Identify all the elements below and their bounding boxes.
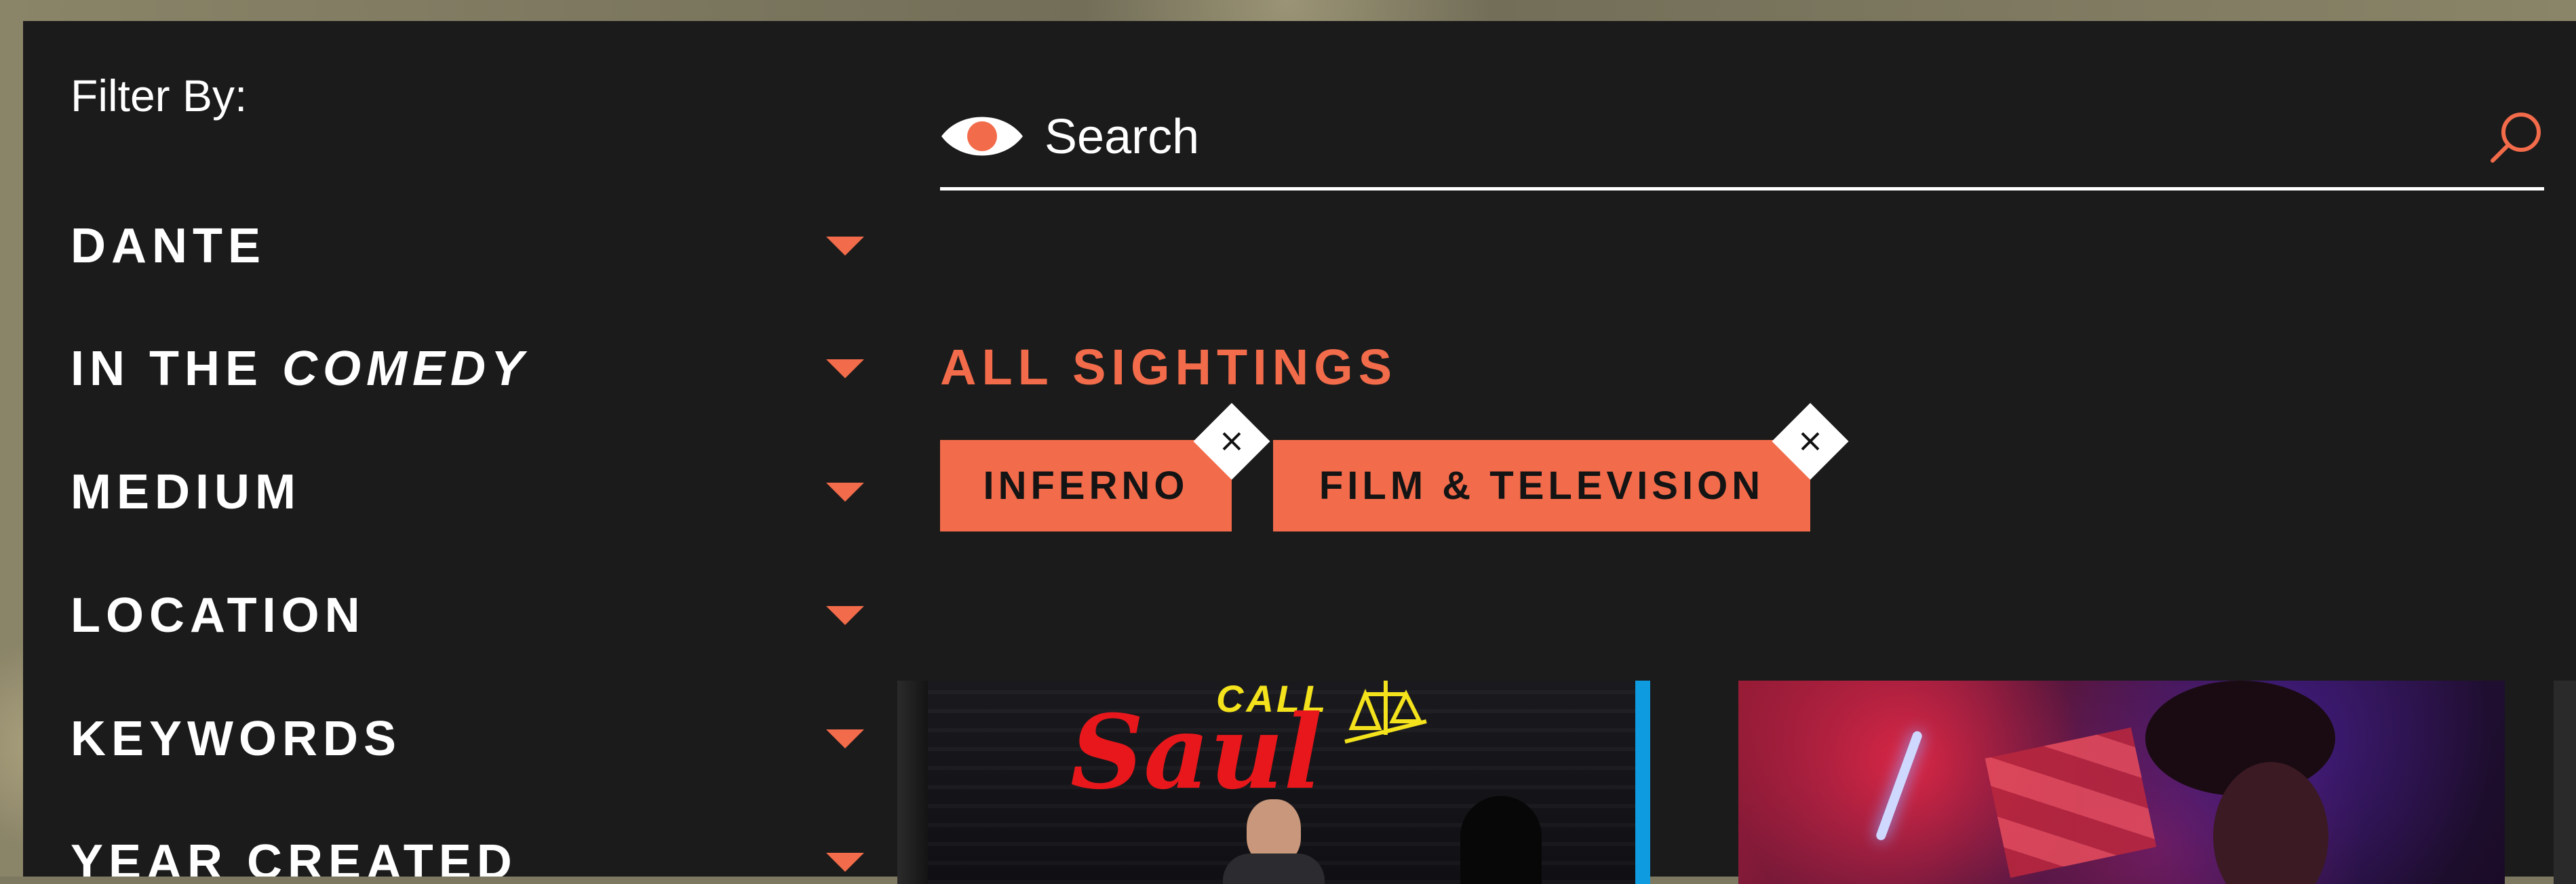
poster-shadow [1460,796,1542,884]
filter-dante[interactable]: DANTE [71,209,864,283]
poster-person-body [1223,853,1325,884]
scales-icon [1344,681,1427,744]
close-icon [1801,432,1820,451]
remove-filter-button[interactable] [1772,403,1849,480]
filter-year-created[interactable]: YEAR CREATED [71,825,864,877]
poster-spine [897,681,928,884]
filter-in-the-comedy[interactable]: IN THE COMEDY [71,332,864,406]
playing-cards [1985,727,2157,878]
eye-icon [941,117,1023,156]
filter-year-created-label: YEAR CREATED [71,835,518,877]
poster-title-main: Saul [1070,693,1323,812]
filter-in-the-comedy-prefix: IN THE [71,342,283,396]
caret-down-icon [826,729,864,748]
neon-light [1875,729,1924,842]
search-bar [940,82,2544,190]
filter-location-label: LOCATION [71,588,366,643]
filter-in-the-comedy-label: IN THE COMEDY [71,341,529,397]
remove-filter-button[interactable] [1193,403,1270,480]
active-filter-chip[interactable]: FILM & TELEVISION [1273,403,1849,531]
filter-keywords[interactable]: KEYWORDS [71,702,864,776]
filter-medium[interactable]: MEDIUM [71,455,864,529]
result-card-better-call-saul[interactable]: CALL Saul [897,681,1650,884]
caret-down-icon [826,359,864,378]
caret-down-icon [826,606,864,625]
result-card-image[interactable] [1738,681,2505,884]
search-icon[interactable] [2489,109,2544,165]
caret-down-icon [826,853,864,872]
close-icon [1222,432,1241,451]
filter-keywords-label: KEYWORDS [71,712,402,766]
filter-location[interactable]: LOCATION [71,578,864,653]
caret-down-icon [826,237,864,256]
result-card-partial[interactable] [2554,681,2576,884]
section-title: ALL SIGHTINGS [940,339,1398,395]
filter-dante-label: DANTE [71,219,266,273]
active-filter-chip-label: FILM & TELEVISION [1319,464,1765,508]
filter-medium-label: MEDIUM [71,465,301,519]
active-filter-chip-label: INFERNO [983,464,1189,508]
active-filter-chip[interactable]: INFERNO [940,403,1270,531]
filter-in-the-comedy-emphasis: COMEDY [282,342,530,396]
search-input[interactable] [1043,102,2335,172]
caret-down-icon [826,483,864,502]
card-edge [1635,681,1650,884]
filter-heading: Filter By: [71,71,248,121]
